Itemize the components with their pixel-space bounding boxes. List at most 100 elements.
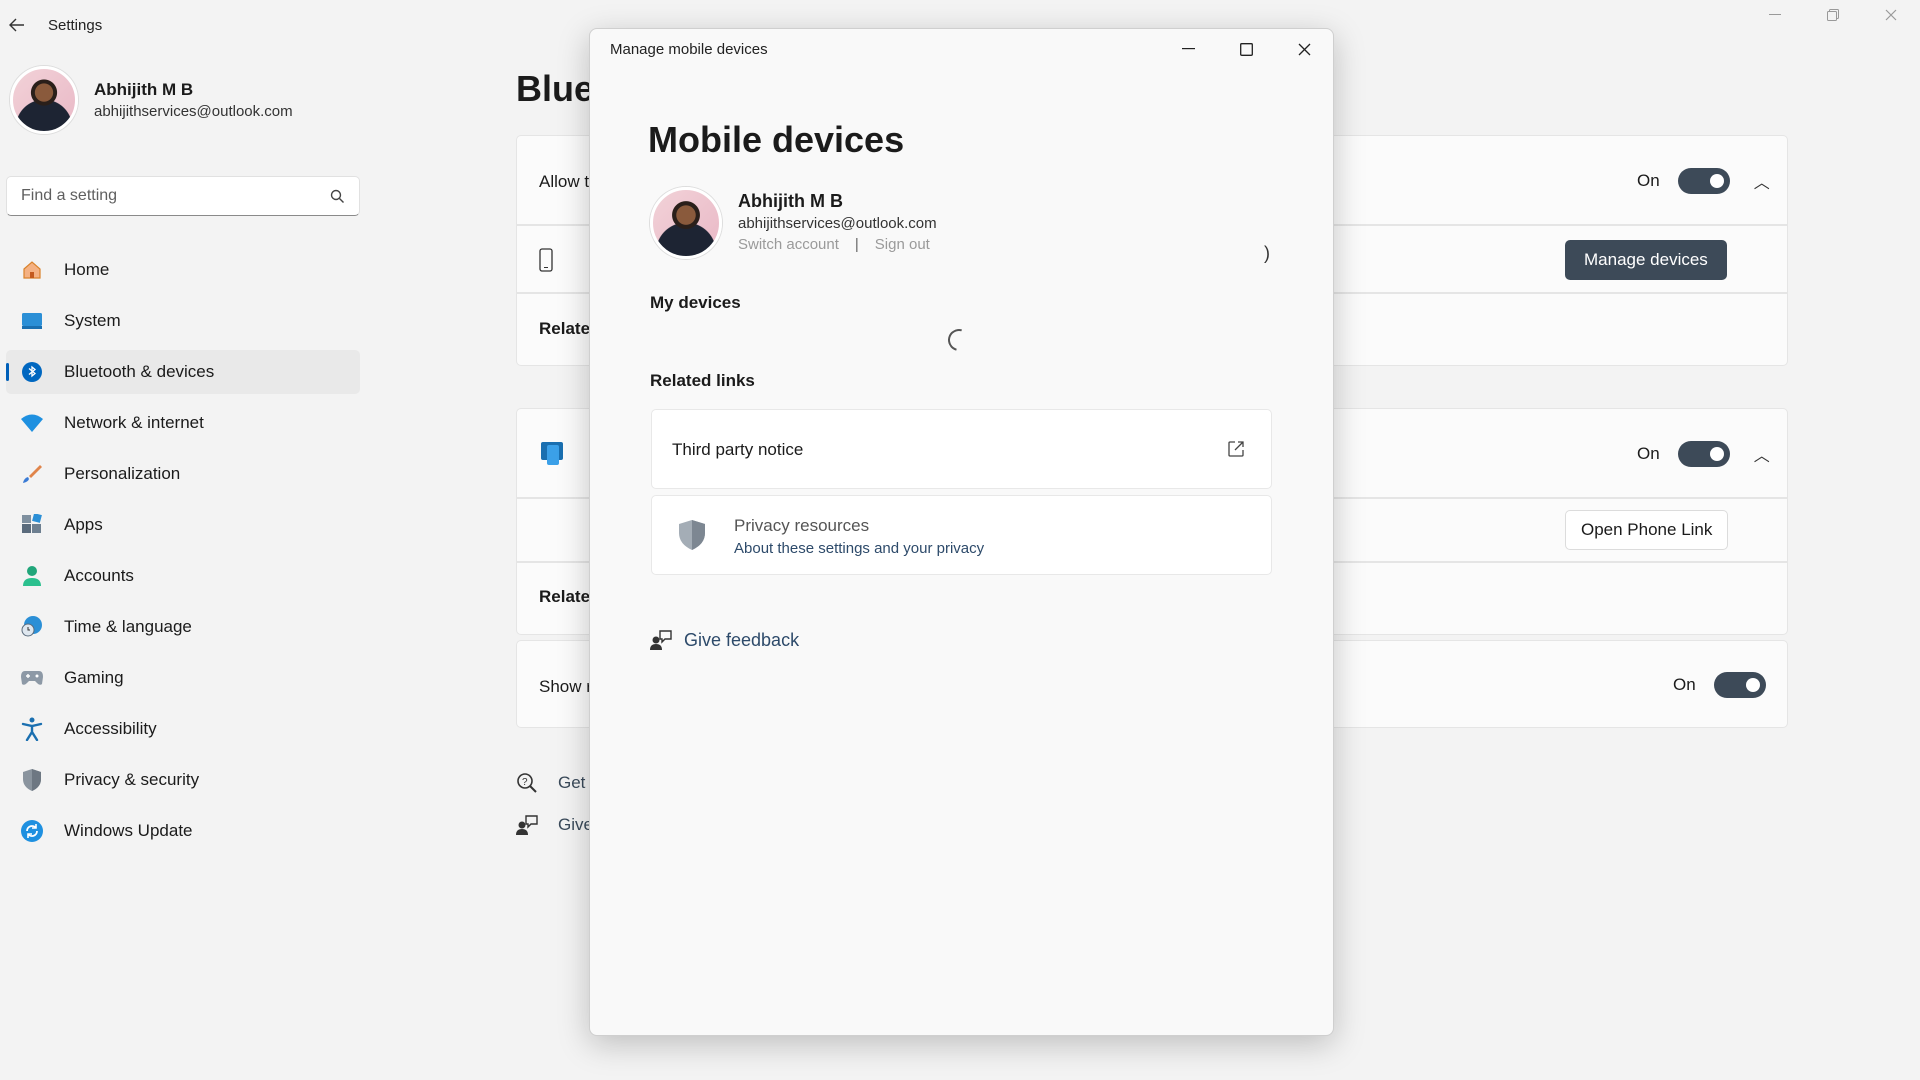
privacy-resources-card: Privacy resources About these settings a… [651,495,1272,575]
sidebar-item-label: Apps [64,515,103,534]
profile-email: abhijithservices@outlook.com [94,103,293,120]
sidebar-item-label: Accessibility [64,719,157,738]
sidebar-item-bluetooth[interactable]: Bluetooth & devices [6,350,360,394]
sidebar-item-time-language[interactable]: Time & language [6,605,360,649]
accessibility-icon [20,717,44,741]
manage-mobile-devices-dialog: Manage mobile devices Mobile devices Abh… [589,28,1334,1036]
home-icon [20,258,44,282]
privacy-resources-link[interactable]: About these settings and your privacy [734,540,984,557]
close-button[interactable] [1862,0,1920,30]
external-link-icon [1228,441,1244,457]
sidebar-item-label: Network & internet [64,413,204,432]
get-help-link[interactable]: ? Get [516,772,585,794]
minimize-button[interactable] [1746,0,1804,30]
toggle-label: On [1637,171,1660,190]
sidebar-item-label: Time & language [64,617,192,636]
loading-spinner-icon [943,324,975,356]
avatar [10,66,78,134]
dialog-window-controls [1159,29,1333,69]
phone-access-toggle[interactable] [1677,168,1730,194]
account-chevron-icon[interactable]: ) [1264,243,1270,264]
related-label: Relate [539,587,591,606]
chevron-up-icon[interactable]: ︿ [1754,442,1770,466]
sidebar-item-windows-update[interactable]: Windows Update [6,809,360,853]
user-profile[interactable]: Abhijith M B abhijithservices@outlook.co… [10,66,293,134]
give-feedback-label: Give [558,815,593,834]
privacy-resources-title: Privacy resources [734,516,870,535]
minimize-icon [1181,48,1195,50]
sidebar-item-gaming[interactable]: Gaming [6,656,360,700]
back-arrow-icon [9,18,24,32]
minimize-icon [1769,14,1781,15]
card-text: Show r [539,677,592,696]
sidebar-item-label: Gaming [64,668,124,687]
page-title: Blue [516,68,595,109]
sidebar-nav: Home System Bluetooth & devices Network … [6,248,360,860]
my-devices-heading: My devices [650,293,741,312]
sidebar-item-label: Windows Update [64,821,193,840]
maximize-icon [1239,42,1253,56]
sidebar-item-label: System [64,311,121,330]
privacy-shield-icon [679,520,705,550]
card-text: Allow t [539,172,590,191]
dialog-heading: Mobile devices [648,119,905,160]
toggle-label: On [1637,444,1660,463]
sidebar-item-accessibility[interactable]: Accessibility [6,707,360,751]
dialog-minimize-button[interactable] [1159,29,1217,69]
close-icon [1298,43,1310,55]
sidebar-item-system[interactable]: System [6,299,360,343]
close-icon [1885,9,1897,21]
sidebar-item-label: Bluetooth & devices [64,362,215,381]
related-links-heading: Related links [650,371,755,390]
shield-icon [20,768,44,792]
sidebar-item-accounts[interactable]: Accounts [6,554,360,598]
give-feedback-link[interactable]: Give [516,814,593,836]
manage-devices-button[interactable]: Manage devices [1565,240,1727,280]
wifi-icon [20,411,44,435]
chevron-up-icon[interactable]: ︿ [1754,169,1770,193]
sidebar-item-label: Accounts [64,566,134,585]
search-box[interactable] [6,176,360,216]
toggle-label: On [1673,675,1696,694]
give-feedback-link[interactable]: Give feedback [650,629,799,651]
sidebar-item-label: Home [64,260,110,279]
give-feedback-label: Give feedback [684,629,800,650]
get-help-label: Get [558,773,586,792]
feedback-icon [516,815,538,835]
phone-link-app-icon [541,442,563,465]
bluetooth-icon [20,360,44,384]
sidebar-item-label: Personalization [64,464,181,483]
phone-link-toggle[interactable] [1677,441,1730,467]
dialog-title: Manage mobile devices [610,41,768,58]
search-input[interactable] [21,187,330,205]
get-help-icon: ? [517,773,537,793]
dialog-maximize-button[interactable] [1217,29,1275,69]
svg-text:?: ? [522,777,528,788]
brush-icon [20,462,44,486]
account-name: Abhijith M B [738,191,843,211]
accounts-icon [20,564,44,588]
switch-account-link[interactable]: Switch account [738,236,839,253]
profile-name: Abhijith M B [94,80,194,99]
sidebar-item-privacy-security[interactable]: Privacy & security [6,758,360,802]
dialog-account: Abhijith M B abhijithservices@outlook.co… [650,187,937,259]
restore-icon [1827,9,1839,21]
update-icon [20,819,44,843]
open-phone-link-button[interactable]: Open Phone Link [1565,510,1729,550]
sign-out-link[interactable]: Sign out [875,236,930,253]
sidebar-item-apps[interactable]: Apps [6,503,360,547]
system-icon [20,309,44,333]
globe-clock-icon [20,615,44,639]
sidebar-item-personalization[interactable]: Personalization [6,452,360,496]
back-button[interactable] [6,12,28,38]
app-title: Settings [48,17,103,34]
avatar [650,187,722,259]
sidebar-item-network[interactable]: Network & internet [6,401,360,445]
suggestions-toggle[interactable] [1713,672,1766,698]
third-party-notice-link[interactable]: Third party notice [651,409,1272,489]
sidebar-item-home[interactable]: Home [6,248,360,292]
dialog-close-button[interactable] [1275,29,1333,69]
feedback-icon [650,630,672,650]
restore-button[interactable] [1804,0,1862,30]
phone-icon [539,248,553,272]
